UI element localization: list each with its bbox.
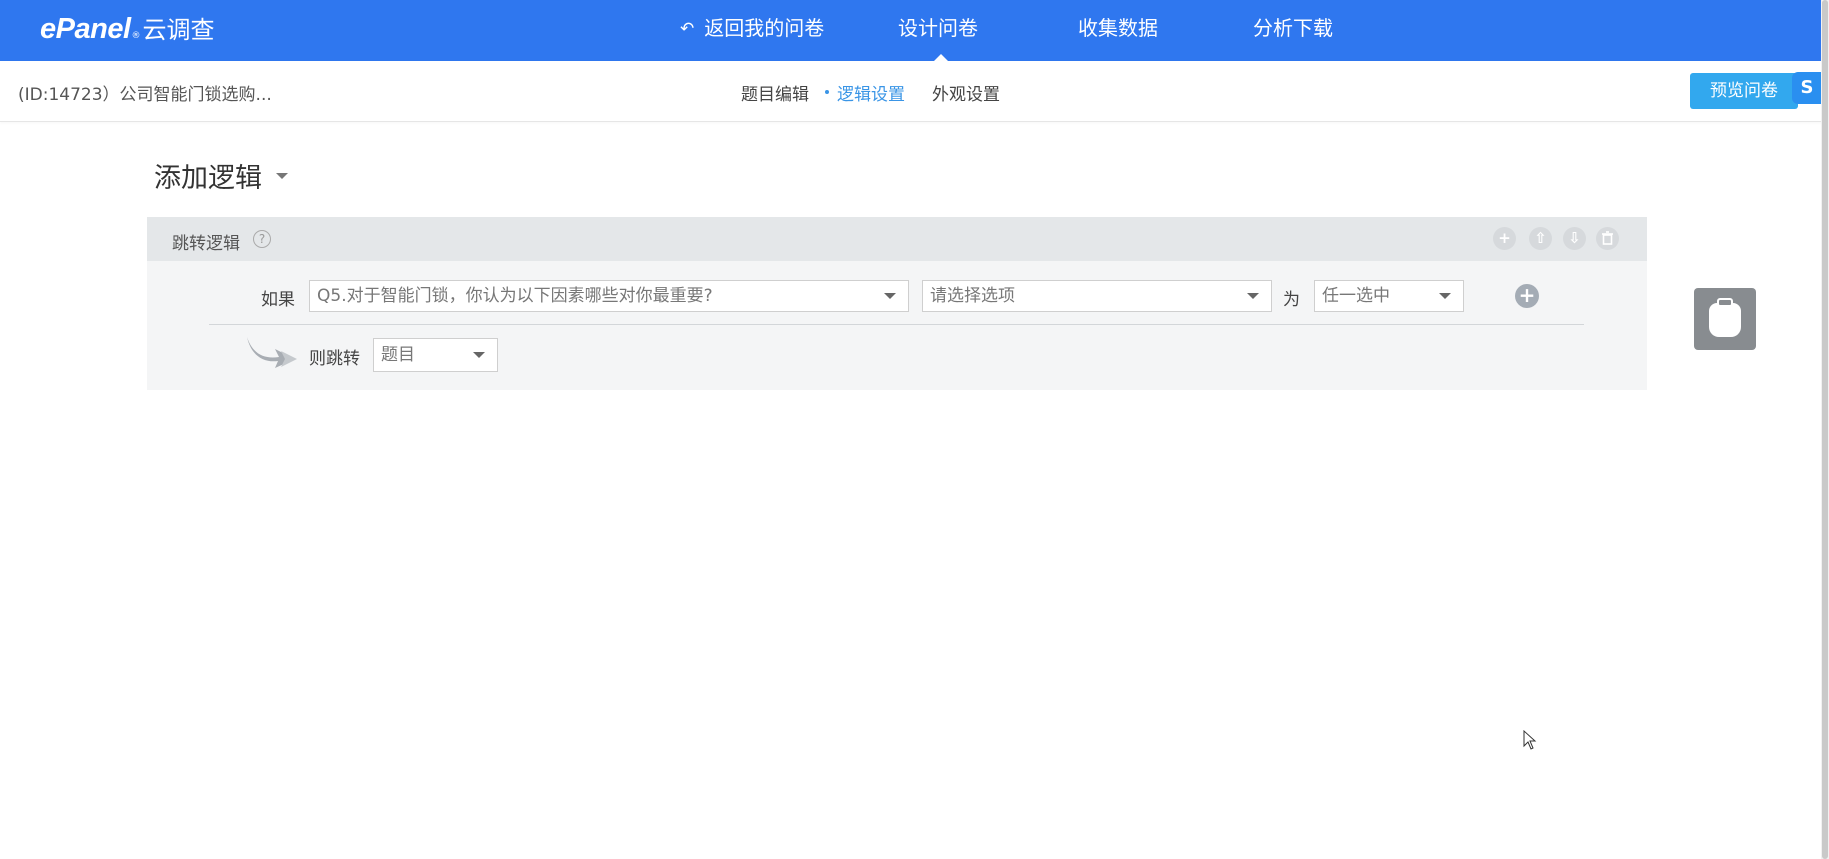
tab-appearance-settings[interactable]: 外观设置 (932, 80, 1000, 105)
top-navigation-bar: ePanel ® 云调查 ↶ 返回我的问卷 设计问卷 收集数据 分析下载 (0, 0, 1829, 61)
if-label: 如果 (261, 290, 295, 310)
arrow-up-circle-icon[interactable]: ⇧ (1529, 227, 1552, 250)
add-condition-button[interactable]: + (1515, 284, 1539, 308)
survey-title: (ID:14723）公司智能门锁选购... (18, 85, 272, 105)
nav-back-to-my-surveys[interactable]: ↶ 返回我的问卷 (680, 0, 824, 61)
jump-arrow-icon (247, 337, 297, 368)
jump-target-select-value: 题目 (381, 345, 415, 365)
preview-survey-button[interactable]: 预览问卷 (1690, 73, 1798, 109)
nav-back-label: 返回我的问卷 (704, 16, 825, 40)
row-divider (209, 324, 1584, 325)
panel-title: 跳转逻辑 (172, 234, 240, 254)
plus-circle-icon[interactable]: + (1493, 227, 1516, 250)
then-jump-label: 则跳转 (309, 349, 360, 369)
option-select-placeholder: 请选择选项 (930, 286, 1015, 306)
clipboard-icon (1709, 298, 1741, 337)
clipboard-tab (1717, 298, 1733, 307)
chevron-down-icon[interactable] (276, 173, 288, 179)
tab-question-edit[interactable]: 题目编辑 (741, 80, 809, 105)
logo-brand: ePanel (40, 13, 131, 45)
chevron-down-icon (884, 293, 896, 299)
nav-analyze-download[interactable]: 分析下载 (1253, 0, 1333, 61)
back-arrow-icon: ↶ (680, 19, 695, 39)
nav-collect-label: 收集数据 (1078, 16, 1158, 40)
logo-registered: ® (131, 31, 141, 41)
nav-design-label: 设计问卷 (898, 16, 978, 40)
help-icon[interactable]: ? (253, 230, 271, 248)
nav-active-indicator (934, 54, 948, 61)
clipboard-floating-button[interactable] (1694, 288, 1756, 350)
page-scrollbar[interactable] (1821, 0, 1829, 859)
option-select[interactable]: 请选择选项 (922, 280, 1272, 312)
logo-cn-text: 云调查 (142, 16, 215, 44)
sub-header-bar: (ID:14723）公司智能门锁选购... 题目编辑 逻辑设置 外观设置 预览问… (0, 61, 1829, 122)
nav-collect-data[interactable]: 收集数据 (1078, 0, 1158, 61)
nav-design-survey[interactable]: 设计问卷 (898, 0, 978, 61)
nav-analyze-label: 分析下载 (1253, 16, 1333, 40)
jump-logic-panel: 跳转逻辑 ? + ⇧ ⇩ 如果 Q5.对于智能门锁，你认为以下因素哪些对你最重要… (147, 217, 1647, 390)
add-logic-dropdown[interactable]: 添加逻辑 (154, 156, 262, 195)
condition-select[interactable]: 任一选中 (1314, 280, 1464, 312)
active-tab-dot (825, 90, 829, 94)
trash-icon-shape (1602, 231, 1613, 245)
tab-logic-settings[interactable]: 逻辑设置 (837, 80, 905, 105)
jump-target-select[interactable]: 题目 (373, 338, 498, 372)
trash-icon[interactable] (1596, 227, 1619, 250)
epanel-logo[interactable]: ePanel ® 云调查 (40, 10, 215, 46)
scrollbar-thumb[interactable] (1822, 0, 1828, 859)
mouse-cursor-icon (1523, 730, 1537, 750)
s-logo-icon[interactable]: S (1792, 72, 1822, 104)
condition-select-value: 任一选中 (1322, 286, 1390, 306)
chevron-down-icon (1247, 293, 1259, 299)
chevron-down-icon (1439, 293, 1451, 299)
is-label: 为 (1283, 290, 1300, 310)
question-select-value: Q5.对于智能门锁，你认为以下因素哪些对你最重要? (317, 286, 713, 306)
chevron-down-icon (473, 352, 485, 358)
jump-logic-panel-header: 跳转逻辑 ? + ⇧ ⇩ (147, 217, 1647, 261)
question-select[interactable]: Q5.对于智能门锁，你认为以下因素哪些对你最重要? (309, 280, 909, 312)
arrow-down-circle-icon[interactable]: ⇩ (1563, 227, 1586, 250)
